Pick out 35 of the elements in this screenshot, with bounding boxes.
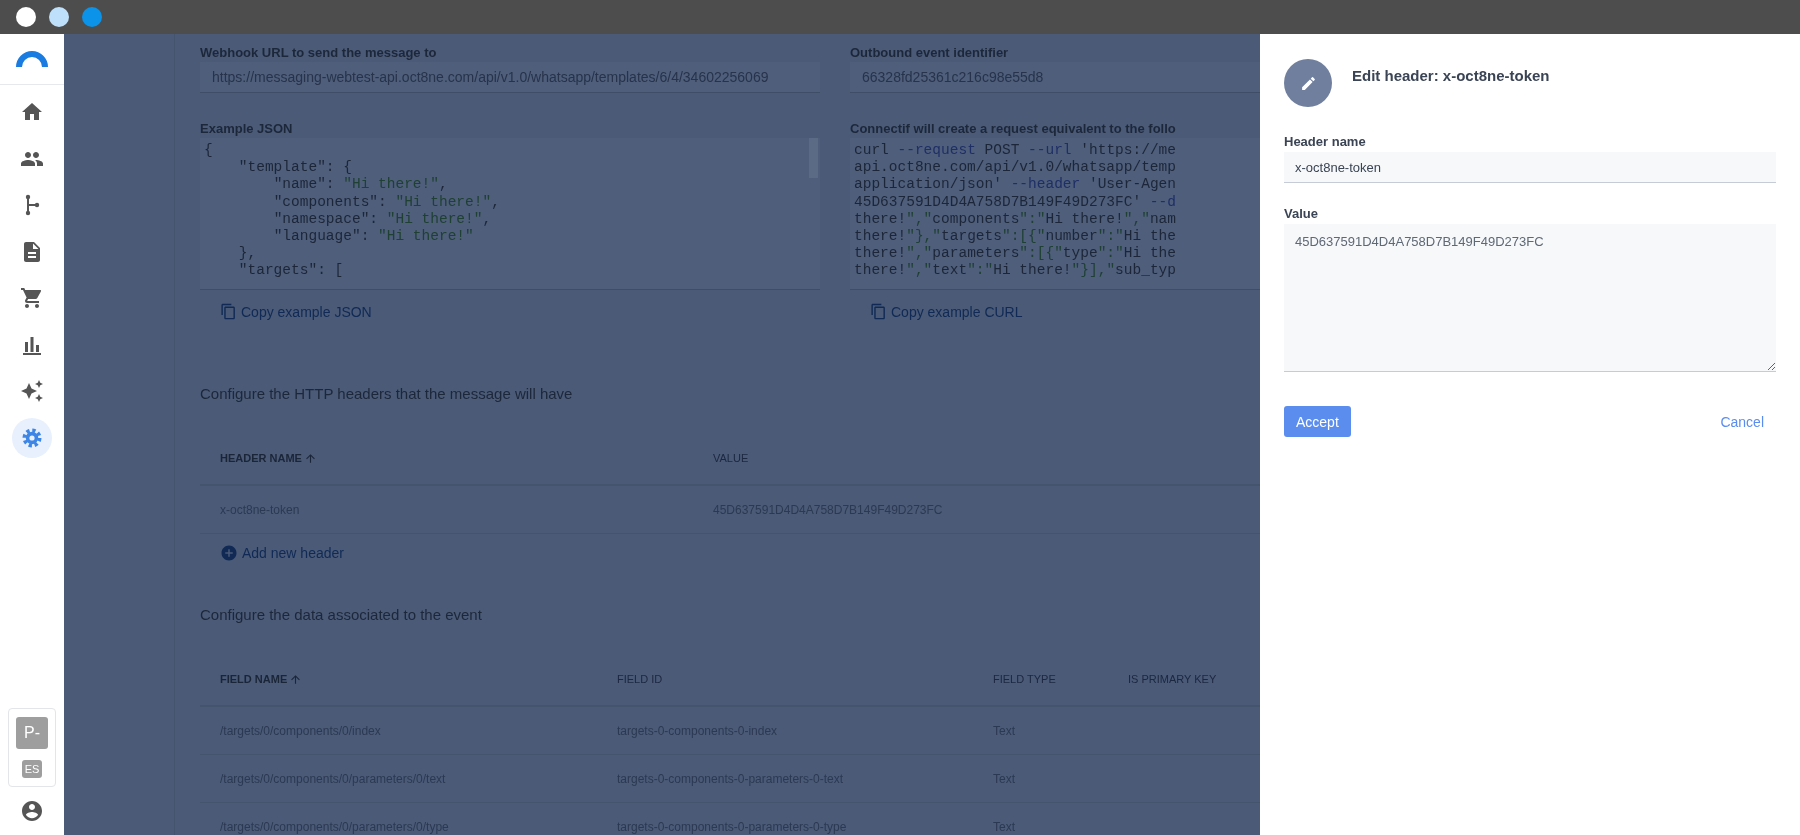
- sparkle-icon: [20, 379, 44, 403]
- add-icon: [220, 544, 238, 562]
- nav-item[interactable]: [12, 417, 52, 458]
- header-name-field[interactable]: x-oct8ne-token: [1284, 152, 1776, 183]
- field-label: Header name: [1284, 134, 1367, 149]
- section-heading: Configure the data associated to the event: [200, 606, 482, 623]
- value-field[interactable]: 45D637591D4D4A758D7B149F49D273FC: [1284, 224, 1776, 372]
- cancel-link[interactable]: Cancel: [1720, 413, 1764, 430]
- add-header-link[interactable]: Add new header: [220, 544, 344, 562]
- sort-arrow-icon: [303, 451, 317, 465]
- json-code-block: { "template": { "name": "Hi there!", "components": "Hi there!", "namespace": "Hi there!", "language": "Hi there!" }, "targets": [: [200, 138, 820, 290]
- sort-arrow-icon: [289, 672, 303, 686]
- logo-icon[interactable]: [16, 50, 48, 68]
- field-label: Webhook URL to send the message to: [200, 45, 438, 61]
- section-heading: Configure the HTTP headers that the message will have: [200, 385, 573, 402]
- language-badge[interactable]: ES: [21, 760, 43, 778]
- cart-icon: [20, 286, 44, 310]
- column-header[interactable]: HEADER NAME: [200, 451, 693, 465]
- window-dot[interactable]: [49, 7, 69, 27]
- drawer-title: Edit header: x-oct8ne-token: [1352, 67, 1550, 84]
- copy-icon: [220, 303, 237, 320]
- window-dot[interactable]: [16, 7, 36, 27]
- section-label: Connectif will create a request equivalent to the follo: [850, 121, 1177, 137]
- copy-icon: [870, 303, 887, 320]
- window-dot[interactable]: [82, 7, 102, 27]
- accept-button[interactable]: Accept: [1284, 406, 1351, 437]
- account-icon[interactable]: [20, 799, 44, 823]
- pencil-icon: [1299, 74, 1317, 92]
- copy-link[interactable]: Copy example JSON: [220, 303, 372, 320]
- column-header[interactable]: FIELD NAME: [200, 672, 597, 686]
- section-label: Example JSON: [200, 121, 294, 137]
- field-label: Value: [1284, 206, 1319, 221]
- user-avatar[interactable]: P-: [16, 717, 48, 749]
- copy-link[interactable]: Copy example CURL: [870, 303, 1023, 320]
- field-label: Outbound event identifier: [850, 45, 1010, 61]
